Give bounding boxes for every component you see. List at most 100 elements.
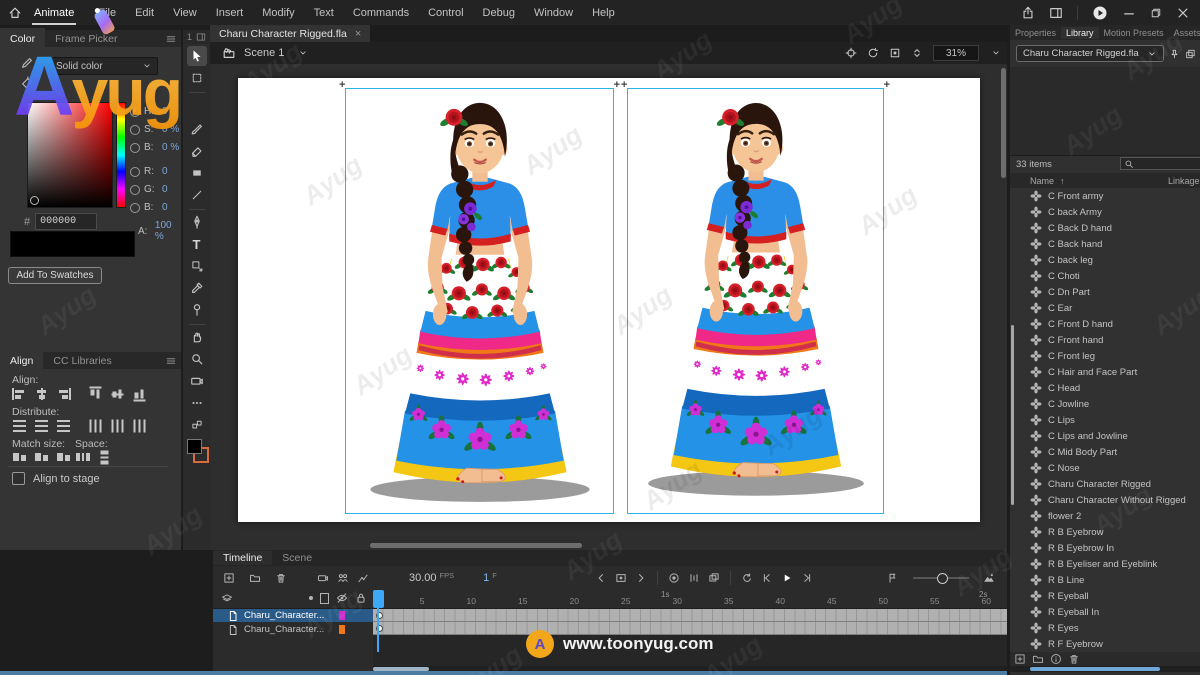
radio-s[interactable]: [130, 125, 140, 135]
library-item[interactable]: R B Eyeliser and Eyeblink: [1010, 556, 1200, 572]
library-item[interactable]: R F Eyebrow: [1010, 636, 1200, 652]
library-item[interactable]: R B Eyebrow In: [1010, 540, 1200, 556]
edit-symbols-icon[interactable]: [845, 47, 857, 59]
distribute-center-h-icon[interactable]: [112, 419, 124, 434]
layer-color-swatch[interactable]: [339, 625, 345, 634]
g-value[interactable]: 0: [162, 184, 168, 195]
library-document-select[interactable]: Charu Character Rigged.fla: [1016, 45, 1164, 62]
column-name[interactable]: Name: [1030, 176, 1054, 186]
close-icon[interactable]: [1176, 6, 1190, 20]
library-item[interactable]: flower 2: [1010, 508, 1200, 524]
library-item[interactable]: C Lips and Jowline: [1010, 428, 1200, 444]
distribute-top-icon[interactable]: [12, 420, 27, 432]
library-item[interactable]: C back leg: [1010, 252, 1200, 268]
library-item[interactable]: C Back D hand: [1010, 220, 1200, 236]
menu-item-control[interactable]: Control: [428, 3, 463, 23]
tab-assets[interactable]: Assets: [1169, 27, 1200, 39]
delete-item-icon[interactable]: [1068, 653, 1080, 665]
rectangle-tool[interactable]: [187, 163, 207, 183]
edit-multiple-frames-icon[interactable]: [704, 569, 724, 587]
restore-icon[interactable]: [1150, 7, 1162, 19]
next-keyframe-icon[interactable]: [631, 569, 651, 587]
library-item[interactable]: R Eyeball In: [1010, 604, 1200, 620]
distribute-bottom-icon[interactable]: [56, 420, 71, 432]
chevron-down-icon[interactable]: [298, 48, 308, 58]
document-tab[interactable]: Charu Character Rigged.fla ×: [210, 25, 370, 42]
add-camera-icon[interactable]: [313, 569, 333, 587]
delete-layer-icon[interactable]: [271, 569, 291, 587]
radio-b[interactable]: [130, 143, 140, 153]
stage-vertical-scrollbar[interactable]: [1001, 68, 1006, 178]
library-item[interactable]: C Jowline: [1010, 396, 1200, 412]
frame-span[interactable]: [373, 609, 1007, 622]
radio-h[interactable]: [130, 107, 140, 117]
library-item[interactable]: C Choti: [1010, 268, 1200, 284]
fill-stroke-color-chip[interactable]: [187, 439, 207, 461]
lock-layers-icon[interactable]: [355, 592, 367, 604]
stage-horizontal-scrollbar[interactable]: [370, 543, 582, 548]
timeline-zoom-slider[interactable]: [913, 577, 969, 579]
graph-editor-icon[interactable]: [353, 569, 373, 587]
library-h-scrollbar[interactable]: [1010, 666, 1200, 672]
outline-mode-icon[interactable]: [320, 593, 329, 604]
stage-selection-left[interactable]: [345, 88, 614, 514]
line-tool[interactable]: [187, 185, 207, 205]
tab-cc-libraries[interactable]: CC Libraries: [43, 350, 121, 371]
library-item[interactable]: C back Army: [1010, 204, 1200, 220]
distribute-right-icon[interactable]: [134, 419, 146, 434]
hue-slider[interactable]: [116, 102, 126, 208]
library-item[interactable]: C Nose: [1010, 460, 1200, 476]
align-center-h-icon[interactable]: [34, 388, 49, 400]
fill-color-icon[interactable]: [20, 76, 34, 90]
tab-frame-picker[interactable]: Frame Picker: [45, 28, 127, 49]
character-illustration[interactable]: [633, 91, 879, 503]
library-item[interactable]: R Eyeball: [1010, 588, 1200, 604]
onion-skin-outlines-icon[interactable]: [684, 569, 704, 587]
tab-timeline[interactable]: Timeline: [213, 551, 272, 565]
align-right-icon[interactable]: [56, 388, 71, 400]
sort-asc-icon[interactable]: ↑: [1060, 176, 1065, 186]
zoom-level-select[interactable]: 31%: [933, 45, 979, 61]
match-width-icon[interactable]: [12, 451, 27, 463]
align-bottom-icon[interactable]: [134, 387, 146, 402]
align-left-icon[interactable]: [12, 388, 27, 400]
current-frame-value[interactable]: 1: [483, 572, 489, 584]
onion-skin-icon[interactable]: [664, 569, 684, 587]
workspace-icon[interactable]: [1049, 6, 1063, 20]
zoom-stepper-icon[interactable]: [911, 47, 923, 59]
zoom-tool[interactable]: [187, 349, 207, 369]
camera-tool[interactable]: [187, 371, 207, 391]
new-folder-icon[interactable]: [245, 569, 265, 587]
stage-selection-right[interactable]: [627, 88, 884, 514]
b2-value[interactable]: 0: [162, 202, 168, 213]
h-value[interactable]: 0 °: [162, 106, 174, 117]
bone-pin-tool[interactable]: [187, 300, 207, 320]
share-icon[interactable]: [1021, 6, 1035, 20]
fill-color-chip[interactable]: [187, 439, 202, 454]
menu-item-insert[interactable]: Insert: [216, 3, 244, 23]
search-input[interactable]: [1134, 158, 1200, 170]
quick-share-play-icon[interactable]: [1092, 5, 1108, 21]
tab-close-icon[interactable]: ×: [355, 28, 361, 40]
scroll-thumb[interactable]: [1030, 667, 1160, 671]
stroke-color-icon[interactable]: [20, 56, 34, 70]
menu-item-window[interactable]: Window: [534, 3, 573, 23]
more-tools-icon[interactable]: [187, 393, 207, 413]
tab-scene[interactable]: Scene: [272, 551, 322, 565]
step-forward-icon[interactable]: [797, 569, 817, 587]
character-illustration[interactable]: [355, 91, 605, 509]
library-item[interactable]: C Lips: [1010, 412, 1200, 428]
library-item[interactable]: R B Line: [1010, 572, 1200, 588]
b-value[interactable]: 0 %: [162, 142, 179, 153]
selection-tool[interactable]: [187, 46, 207, 66]
free-transform-tool[interactable]: [187, 68, 207, 88]
radio-g[interactable]: [130, 185, 140, 195]
s-value[interactable]: 0 %: [162, 124, 179, 135]
new-symbol-icon[interactable]: [1014, 653, 1026, 665]
tab-align[interactable]: Align: [0, 350, 43, 371]
radio-b2[interactable]: [130, 203, 140, 213]
menu-item-commands[interactable]: Commands: [353, 3, 409, 23]
menu-item-debug[interactable]: Debug: [483, 3, 515, 23]
layer-row[interactable]: Charu_Character...: [213, 609, 373, 622]
play-icon[interactable]: [777, 569, 797, 587]
